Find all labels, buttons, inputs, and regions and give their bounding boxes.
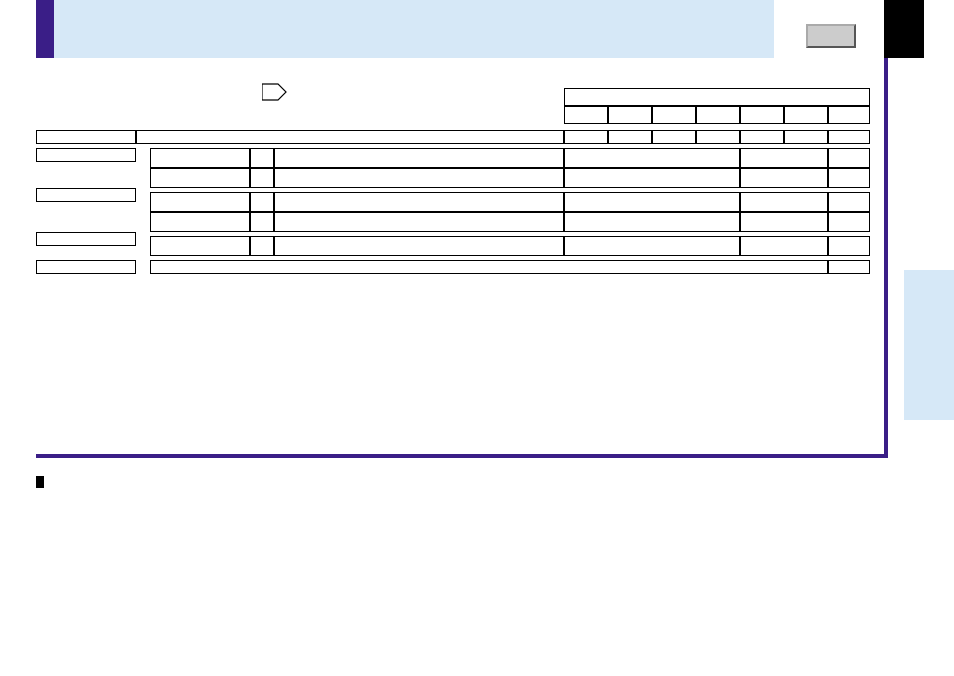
- side-tab[interactable]: [904, 270, 954, 420]
- g3a-col-f: [828, 236, 870, 256]
- group3-stub: [36, 232, 136, 246]
- row0-c3: [652, 130, 696, 144]
- g1a-col-a: [150, 148, 250, 168]
- g2b-col-a: [150, 212, 250, 232]
- grid-header-col-2: [608, 106, 652, 124]
- row0-body: [136, 130, 564, 144]
- g1b-col-a: [150, 168, 250, 188]
- header-accent-right: [884, 0, 924, 58]
- g1b-col-f: [828, 168, 870, 188]
- row0-c2: [608, 130, 652, 144]
- g3a-col-c: [274, 236, 564, 256]
- row0-c1: [564, 130, 608, 144]
- g2a-col-a: [150, 192, 250, 212]
- row0-c4: [696, 130, 740, 144]
- g1a-col-d: [564, 148, 740, 168]
- grid-header-col-7: [828, 106, 870, 124]
- g2b-col-e: [740, 212, 828, 232]
- grid-header-col-5: [740, 106, 784, 124]
- grid-header-col-3: [652, 106, 696, 124]
- footer-mark: [36, 476, 44, 488]
- header-accent-left: [36, 0, 54, 58]
- g3a-col-d: [564, 236, 740, 256]
- g2a-col-f: [828, 192, 870, 212]
- g1a-col-c: [274, 148, 564, 168]
- g2a-col-b: [250, 192, 274, 212]
- group4-stub: [36, 260, 136, 274]
- grid-header-col-4: [696, 106, 740, 124]
- grid-header-col-6: [784, 106, 828, 124]
- row0-c6: [784, 130, 828, 144]
- g1a-col-b: [250, 148, 274, 168]
- g2b-col-f: [828, 212, 870, 232]
- page: [0, 0, 954, 676]
- group1-stub: [36, 148, 136, 162]
- group4-body: [150, 260, 828, 274]
- g1a-col-e: [740, 148, 828, 168]
- group2-stub: [36, 188, 136, 202]
- g3a-col-b: [250, 236, 274, 256]
- g1a-col-f: [828, 148, 870, 168]
- g2b-col-d: [564, 212, 740, 232]
- g1b-col-e: [740, 168, 828, 188]
- row0-stub: [36, 130, 136, 144]
- g3a-col-a: [150, 236, 250, 256]
- tag-icon: [262, 82, 288, 102]
- grid-header-col-1: [564, 106, 608, 124]
- g1b-col-b: [250, 168, 274, 188]
- g1b-col-d: [564, 168, 740, 188]
- g3a-col-e: [740, 236, 828, 256]
- group4-tail: [828, 260, 870, 274]
- g2a-col-e: [740, 192, 828, 212]
- frame-right: [884, 58, 888, 458]
- g2a-col-c: [274, 192, 564, 212]
- row0-c7: [828, 130, 870, 144]
- grid-header-top: [564, 88, 870, 106]
- g2b-col-c: [274, 212, 564, 232]
- header-bar: [54, 0, 774, 58]
- frame-bottom: [36, 454, 888, 458]
- g1b-col-c: [274, 168, 564, 188]
- row0-c5: [740, 130, 784, 144]
- g2b-col-b: [250, 212, 274, 232]
- g2a-col-d: [564, 192, 740, 212]
- header-button[interactable]: [806, 24, 856, 48]
